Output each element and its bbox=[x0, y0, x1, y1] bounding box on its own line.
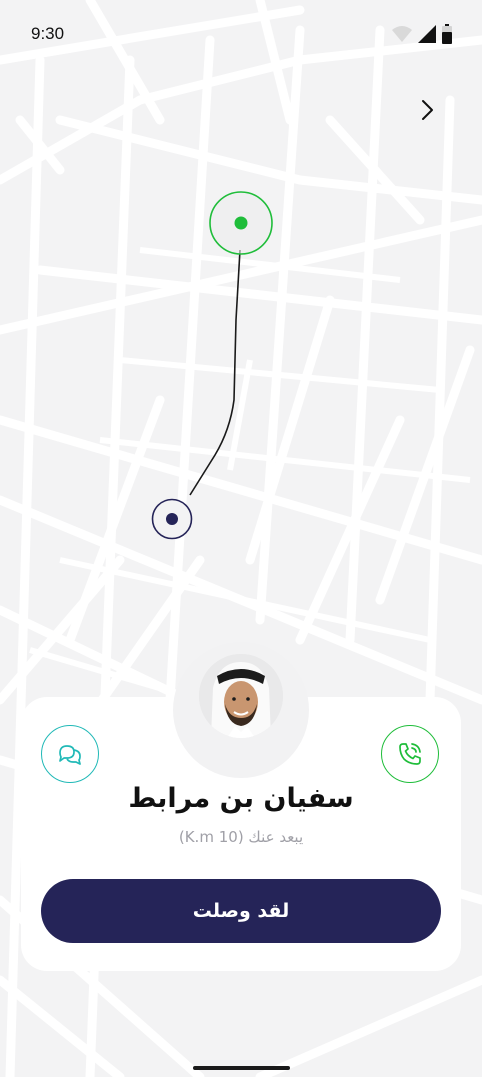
driver-avatar bbox=[199, 654, 283, 738]
driver-name: سفيان بن مرابط bbox=[128, 783, 354, 814]
status-time: 9:30 bbox=[31, 24, 65, 43]
chevron-right-icon[interactable] bbox=[416, 98, 440, 122]
phone-call-icon bbox=[399, 743, 421, 765]
status-bar: 9:30 bbox=[0, 0, 482, 70]
pickup-marker bbox=[209, 191, 273, 255]
signal-icon bbox=[418, 25, 436, 43]
status-icons bbox=[392, 24, 452, 44]
chat-button[interactable] bbox=[41, 725, 99, 783]
battery-icon bbox=[442, 24, 452, 44]
home-indicator bbox=[193, 1066, 290, 1070]
wifi-icon bbox=[392, 26, 412, 42]
chat-bubbles-icon bbox=[59, 745, 81, 765]
driver-distance: يبعد عنك (10 K.m) bbox=[178, 828, 304, 846]
arrived-button[interactable]: لقد وصلت bbox=[41, 879, 441, 943]
driver-location-marker bbox=[151, 498, 193, 540]
call-button[interactable] bbox=[381, 725, 439, 783]
